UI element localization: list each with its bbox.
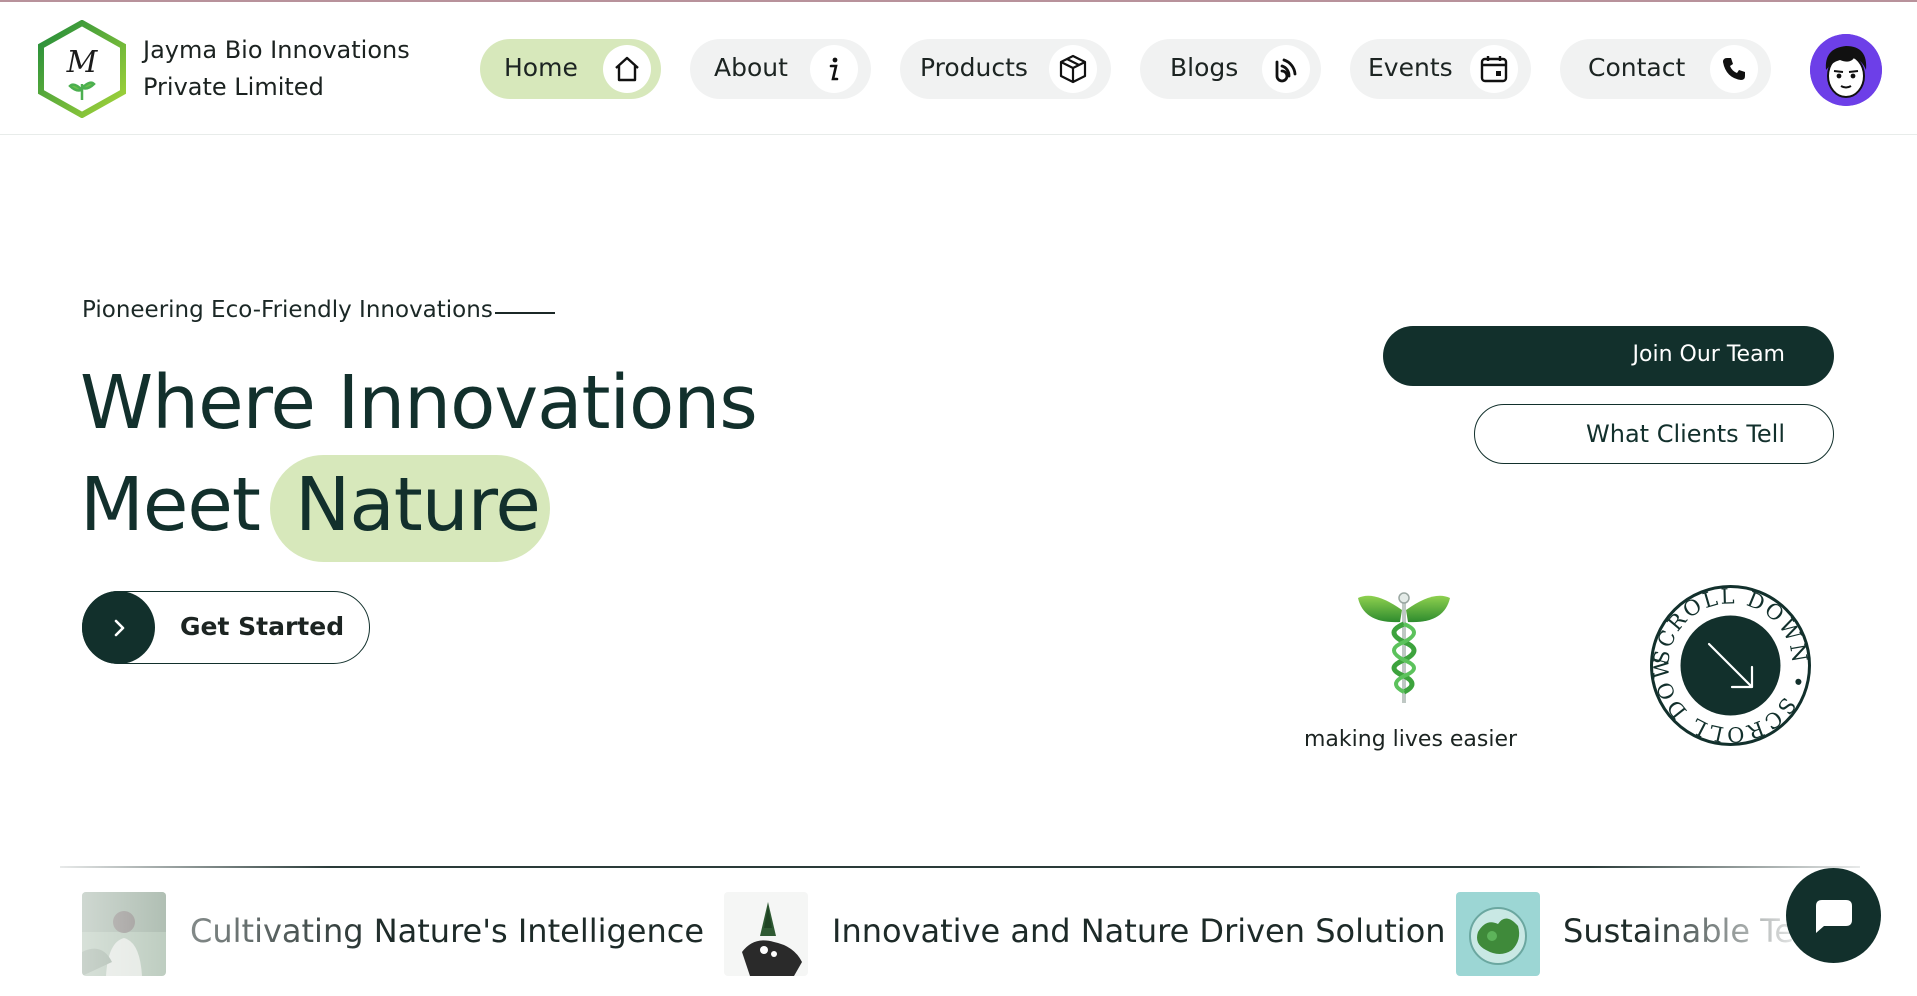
person-forest-thumbnail — [82, 892, 166, 976]
info-icon — [810, 45, 858, 93]
box-icon — [1049, 45, 1097, 93]
nav-about[interactable]: About — [690, 39, 871, 99]
nav-products[interactable]: Products — [900, 39, 1111, 99]
brand-name-line1: Jayma Bio Innovations — [143, 36, 410, 64]
hero-headline-meet: Meet — [80, 462, 261, 548]
marquee-divider — [60, 866, 1860, 868]
chat-button[interactable] — [1786, 868, 1881, 963]
caduceus-leaf-icon — [1358, 592, 1450, 703]
user-avatar-icon[interactable] — [1810, 34, 1882, 106]
site-header: M Jayma Bio Innovations Private Limited … — [0, 2, 1917, 135]
nav-blogs[interactable]: Blogs — [1140, 39, 1321, 99]
get-started-label: Get Started — [180, 612, 345, 641]
kicker-divider — [495, 312, 555, 314]
plant-in-hand-thumbnail — [724, 892, 808, 976]
what-clients-tell-label: What Clients Tell — [1586, 420, 1785, 448]
hero-headline-line1: Where Innovations — [80, 360, 758, 446]
chat-bubble-icon — [1815, 899, 1852, 933]
home-icon — [603, 45, 651, 93]
calendar-icon — [1470, 45, 1518, 93]
rss-icon — [1262, 45, 1310, 93]
svg-text:M: M — [66, 45, 99, 80]
nav-events-label: Events — [1368, 53, 1453, 82]
scroll-down-badge[interactable]: SCROLL DOWN • SCROLL DOWN • — [1648, 583, 1813, 748]
nav-events[interactable]: Events — [1350, 39, 1531, 99]
nav-home[interactable]: Home — [480, 39, 661, 99]
nav-blogs-label: Blogs — [1170, 53, 1239, 82]
marquee-item-1: Cultivating Nature's Intelligence — [190, 912, 705, 950]
nav-products-label: Products — [920, 53, 1028, 82]
brand-name: Jayma Bio Innovations Private Limited — [143, 32, 410, 106]
brand-name-line2: Private Limited — [143, 73, 324, 101]
join-our-team-button[interactable]: Join Our Team — [1383, 326, 1834, 386]
nav-contact[interactable]: Contact — [1560, 39, 1771, 99]
emblem-tagline: making lives easier — [1304, 727, 1518, 752]
hero-headline-highlight: Nature — [295, 462, 541, 548]
marquee-item-3: Sustainable Te — [1563, 912, 1795, 950]
nav-contact-label: Contact — [1588, 53, 1686, 82]
join-our-team-label: Join Our Team — [1632, 342, 1785, 367]
what-clients-tell-button[interactable]: What Clients Tell — [1474, 404, 1834, 464]
phone-icon — [1710, 45, 1758, 93]
nav-about-label: About — [714, 53, 788, 82]
nav-home-label: Home — [504, 53, 578, 82]
chevron-right-icon — [82, 591, 155, 664]
hero-kicker: Pioneering Eco-Friendly Innovations — [82, 297, 493, 323]
get-started-button[interactable]: Get Started — [82, 591, 370, 664]
green-globe-thumbnail — [1456, 892, 1540, 976]
marquee-item-2: Innovative and Nature Driven Solution — [832, 912, 1446, 950]
hexagon-leaf-logo-icon[interactable]: M — [38, 20, 126, 118]
